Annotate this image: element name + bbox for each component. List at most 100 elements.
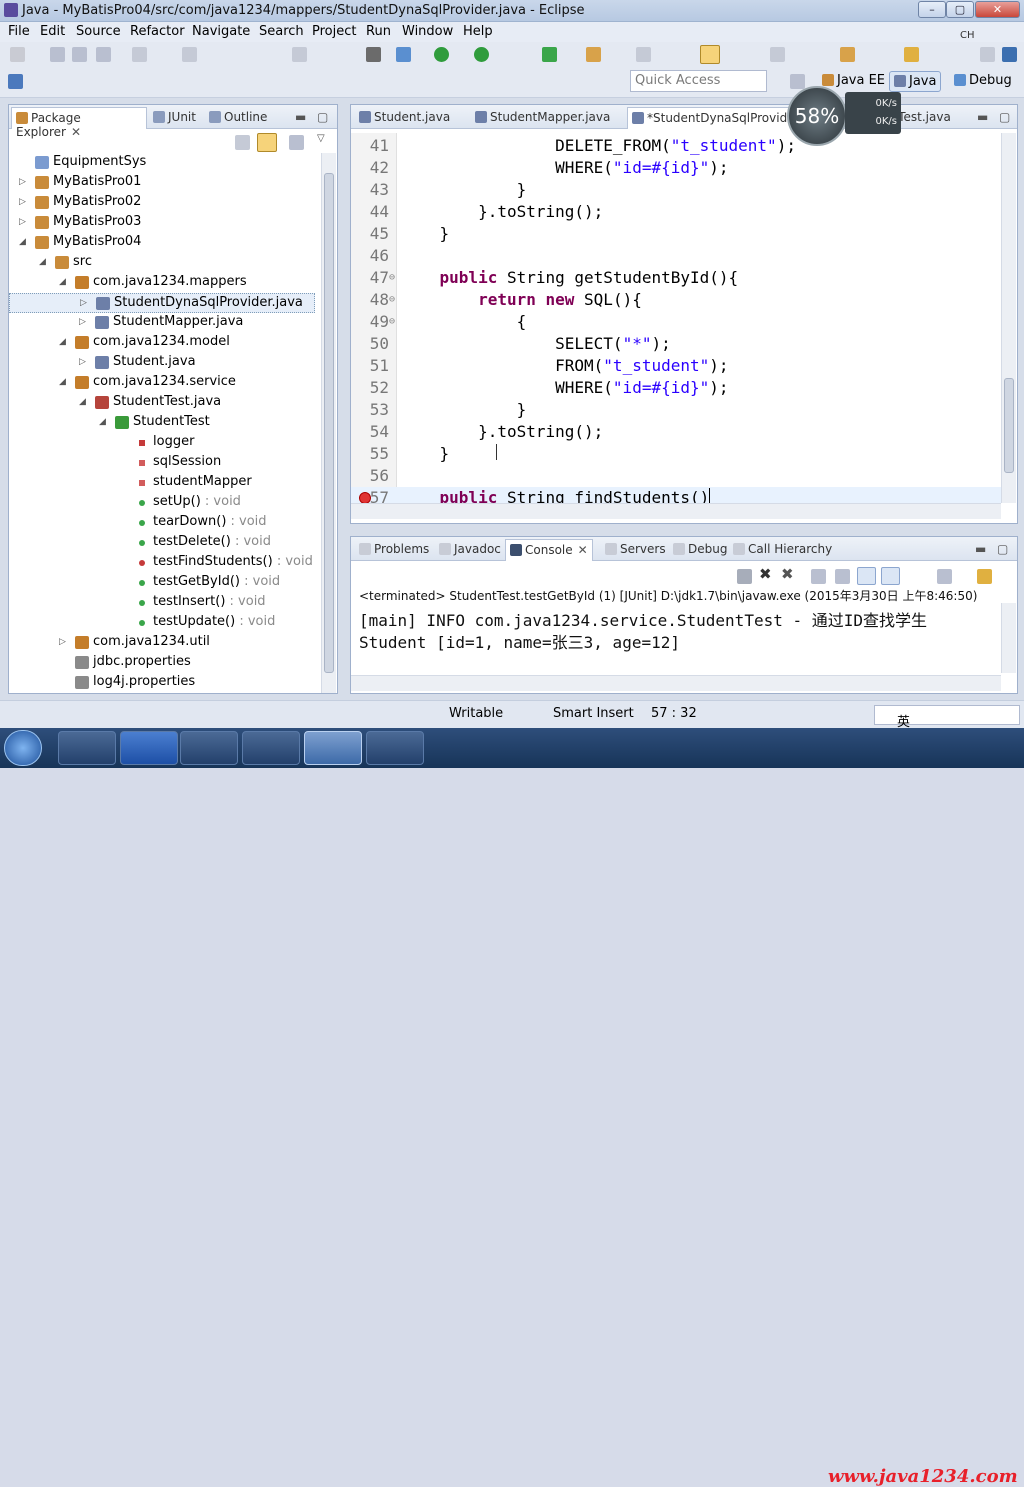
- tree-item[interactable]: ◢ com.java1234.model: [9, 333, 315, 353]
- tree-item[interactable]: logger: [9, 433, 315, 453]
- tree-item[interactable]: ▷ Student.java: [9, 353, 315, 373]
- tree-item[interactable]: setUp() : void: [9, 493, 315, 513]
- tab-outline[interactable]: Outline: [205, 107, 271, 129]
- tree-item[interactable]: testFindStudents() : void: [9, 553, 315, 573]
- taskbar-wps-writer[interactable]: [120, 731, 178, 765]
- tab-package-explorer[interactable]: Package Explorer ✕: [11, 107, 147, 139]
- tab-debug[interactable]: Debug: [669, 539, 731, 561]
- taskbar-eclipse[interactable]: [304, 731, 362, 765]
- next-annotation-icon[interactable]: [840, 47, 855, 62]
- close-button[interactable]: ✕: [975, 1, 1020, 18]
- tree-item[interactable]: ▷ com.java1234.util: [9, 633, 315, 653]
- new-java-class-icon[interactable]: [542, 47, 557, 62]
- tree-item[interactable]: log4j.properties: [9, 673, 315, 693]
- search-icon[interactable]: [636, 47, 651, 62]
- code-line[interactable]: 45 }: [351, 223, 1001, 245]
- clear-console-icon[interactable]: [811, 569, 826, 584]
- expand-icon[interactable]: ▷: [80, 298, 87, 308]
- collapse-all-icon[interactable]: [235, 135, 250, 150]
- remove-all-icon[interactable]: ✖: [781, 565, 794, 583]
- menu-file[interactable]: File: [8, 24, 30, 39]
- tree-scrollbar[interactable]: [321, 153, 336, 693]
- editor-scrollbar[interactable]: [1001, 133, 1016, 503]
- tab-problems[interactable]: Problems: [355, 539, 433, 561]
- menu-navigate[interactable]: Navigate: [192, 24, 250, 39]
- tree-item[interactable]: EquipmentSys: [9, 153, 315, 173]
- menu-project[interactable]: Project: [312, 24, 356, 39]
- link-with-editor-icon[interactable]: [257, 133, 277, 152]
- tree-item[interactable]: ▷ MyBatisPro03: [9, 213, 315, 233]
- console-scrollbar[interactable]: [1001, 603, 1016, 673]
- tree-item[interactable]: studentMapper: [9, 473, 315, 493]
- tree-item[interactable]: testUpdate() : void: [9, 613, 315, 633]
- code-line[interactable]: 49 ⊖ {: [351, 311, 1001, 333]
- maximize-button[interactable]: ▢: [946, 1, 974, 18]
- editor-hscrollbar[interactable]: [351, 503, 1001, 519]
- code-line[interactable]: 56: [351, 465, 1001, 487]
- tree-scrollbar-thumb[interactable]: [324, 173, 334, 673]
- suspend-icon[interactable]: [292, 47, 307, 62]
- collapse-icon[interactable]: ◢: [39, 257, 46, 267]
- show-on-stdout-icon[interactable]: [857, 567, 876, 585]
- tree-item[interactable]: ◢ src: [9, 253, 315, 273]
- fold-toggle-icon[interactable]: ⊖: [389, 311, 395, 333]
- show-on-stderr-icon[interactable]: [881, 567, 900, 585]
- open-console-icon[interactable]: [977, 569, 992, 584]
- skip-breakpoints-icon[interactable]: [366, 47, 381, 62]
- pin-icon[interactable]: [8, 74, 23, 89]
- expand-icon[interactable]: ▷: [19, 217, 26, 227]
- tree-item[interactable]: ◢ MyBatisPro04: [9, 233, 315, 253]
- code-line[interactable]: 55 }: [351, 443, 1001, 465]
- code-line[interactable]: 54 }.toString();: [351, 421, 1001, 443]
- code-line[interactable]: 51 FROM("t_student");: [351, 355, 1001, 377]
- menu-refactor[interactable]: Refactor: [130, 24, 185, 39]
- minimize-button[interactable]: –: [918, 1, 946, 18]
- tree-item[interactable]: ▷ MyBatisPro01: [9, 173, 315, 193]
- tree-item[interactable]: ◢ com.java1234.service: [9, 373, 315, 393]
- close-console-icon[interactable]: ✕: [578, 543, 588, 557]
- code-line[interactable]: 53 }: [351, 399, 1001, 421]
- menu-window[interactable]: Window: [402, 24, 453, 39]
- tree-item[interactable]: ◢ StudentTest.java: [9, 393, 315, 413]
- perspective-java[interactable]: Java: [889, 71, 942, 92]
- tree-item[interactable]: testGetById() : void: [9, 573, 315, 593]
- maximize-view-icon[interactable]: ▢: [313, 107, 332, 129]
- perspective-debug[interactable]: Debug: [950, 71, 1016, 92]
- tab-student-java[interactable]: Student.java: [355, 107, 454, 129]
- quick-access-input[interactable]: Quick Access: [630, 70, 767, 92]
- console-hscrollbar[interactable]: [351, 675, 1001, 691]
- tree-item[interactable]: ▷ MyBatisPro02: [9, 193, 315, 213]
- maximize-toolbar-icon[interactable]: [1002, 47, 1017, 62]
- view-dropdown-icon[interactable]: ▽: [317, 133, 325, 144]
- collapse-icon[interactable]: ◢: [19, 237, 26, 247]
- tree-item[interactable]: testInsert() : void: [9, 593, 315, 613]
- tree-item[interactable]: sqlSession: [9, 453, 315, 473]
- tree-item[interactable]: ◢ com.java1234.mappers: [9, 273, 315, 293]
- maximize-editor-icon[interactable]: ▢: [995, 107, 1014, 129]
- minimize-console-icon[interactable]: ▬: [971, 539, 990, 561]
- mark-occurrences-icon[interactable]: [700, 45, 720, 64]
- terminate-icon[interactable]: [737, 569, 752, 584]
- display-console-icon[interactable]: [937, 569, 952, 584]
- collapse-icon[interactable]: ◢: [79, 397, 86, 407]
- tree-item[interactable]: ▷ StudentMapper.java: [9, 313, 315, 333]
- taskbar-app[interactable]: [366, 731, 424, 765]
- code-line[interactable]: 44 }.toString();: [351, 201, 1001, 223]
- undo-icon[interactable]: [182, 47, 197, 62]
- open-perspective-icon[interactable]: [790, 74, 805, 89]
- cpu-usage-widget[interactable]: 58%: [787, 86, 847, 146]
- expand-icon[interactable]: ▷: [19, 177, 26, 187]
- start-button[interactable]: [4, 730, 42, 766]
- collapse-icon[interactable]: ◢: [59, 337, 66, 347]
- tree-item[interactable]: testDelete() : void: [9, 533, 315, 553]
- fold-toggle-icon[interactable]: ⊖: [389, 289, 395, 311]
- taskbar-app[interactable]: [242, 731, 300, 765]
- toggle-icon[interactable]: [132, 47, 147, 62]
- ime-language-bar[interactable]: 英: [874, 705, 1020, 730]
- tab-javadoc[interactable]: Javadoc: [435, 539, 505, 561]
- save-icon[interactable]: [50, 47, 65, 62]
- minimize-view-icon[interactable]: ▬: [291, 107, 310, 129]
- expand-icon[interactable]: ▷: [79, 357, 86, 367]
- tab-junit[interactable]: JUnit: [149, 107, 200, 129]
- taskbar-app[interactable]: [180, 731, 238, 765]
